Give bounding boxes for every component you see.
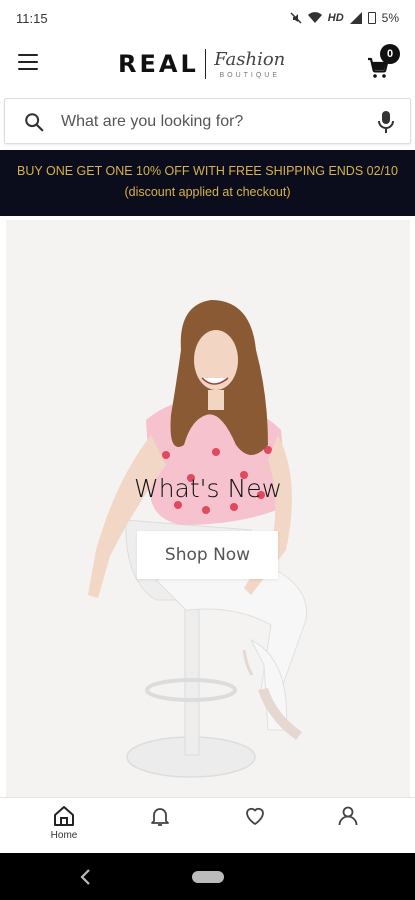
promo-banner[interactable]: BUY ONE GET ONE 10% OFF WITH FREE SHIPPI…: [0, 150, 415, 216]
user-icon: [338, 806, 358, 826]
search-input[interactable]: [61, 107, 361, 137]
brand-logo[interactable]: REAL Fashion BOUTIQUE: [118, 42, 298, 86]
bell-icon: [151, 808, 169, 826]
mute-icon: [290, 12, 302, 24]
nav-item-wishlist[interactable]: [225, 804, 285, 848]
hero-model-photo: [6, 220, 410, 797]
battery-level: 5%: [381, 11, 399, 25]
nav-item-home[interactable]: Home: [34, 804, 94, 848]
logo-script-block: Fashion BOUTIQUE: [214, 48, 286, 79]
nav-item-account[interactable]: [318, 804, 378, 848]
shop-now-button[interactable]: Shop Now: [137, 531, 278, 579]
hero-title: What's New: [133, 474, 283, 503]
promo-headline: BUY ONE GET ONE 10% OFF WITH FREE SHIPPI…: [17, 164, 398, 178]
network-label: HD: [327, 12, 344, 24]
microphone-icon[interactable]: [375, 109, 397, 135]
home-icon: [54, 806, 74, 826]
system-navigation-bar: [0, 853, 415, 900]
cart-button[interactable]: 0: [366, 44, 402, 78]
logo-main-text: REAL: [118, 50, 199, 78]
status-icons: HD 5%: [290, 11, 399, 25]
status-bar: 11:15 HD 5%: [0, 0, 415, 36]
status-time: 11:15: [16, 10, 48, 26]
back-arrow-icon[interactable]: [78, 867, 94, 887]
nav-item-notifications[interactable]: [130, 804, 190, 848]
search-bar[interactable]: [4, 98, 411, 144]
bottom-navigation: Home: [0, 797, 415, 853]
signal-icon: [349, 12, 362, 24]
cart-count-badge: 0: [380, 44, 400, 64]
home-pill-icon[interactable]: [192, 871, 224, 883]
app-header: REAL Fashion BOUTIQUE 0: [0, 36, 415, 90]
search-icon[interactable]: [23, 111, 45, 133]
logo-script-text: Fashion: [214, 48, 286, 70]
logo-sub-text: BOUTIQUE: [219, 71, 281, 79]
logo-divider: [204, 49, 207, 79]
battery-icon: [367, 12, 376, 24]
heart-icon: [246, 807, 264, 825]
promo-subline: (discount applied at checkout): [124, 185, 291, 199]
hamburger-menu-icon[interactable]: [18, 54, 38, 70]
wifi-icon: [307, 12, 322, 23]
hero-banner[interactable]: What's New Shop Now: [6, 220, 410, 797]
nav-home-label: Home: [50, 830, 78, 841]
